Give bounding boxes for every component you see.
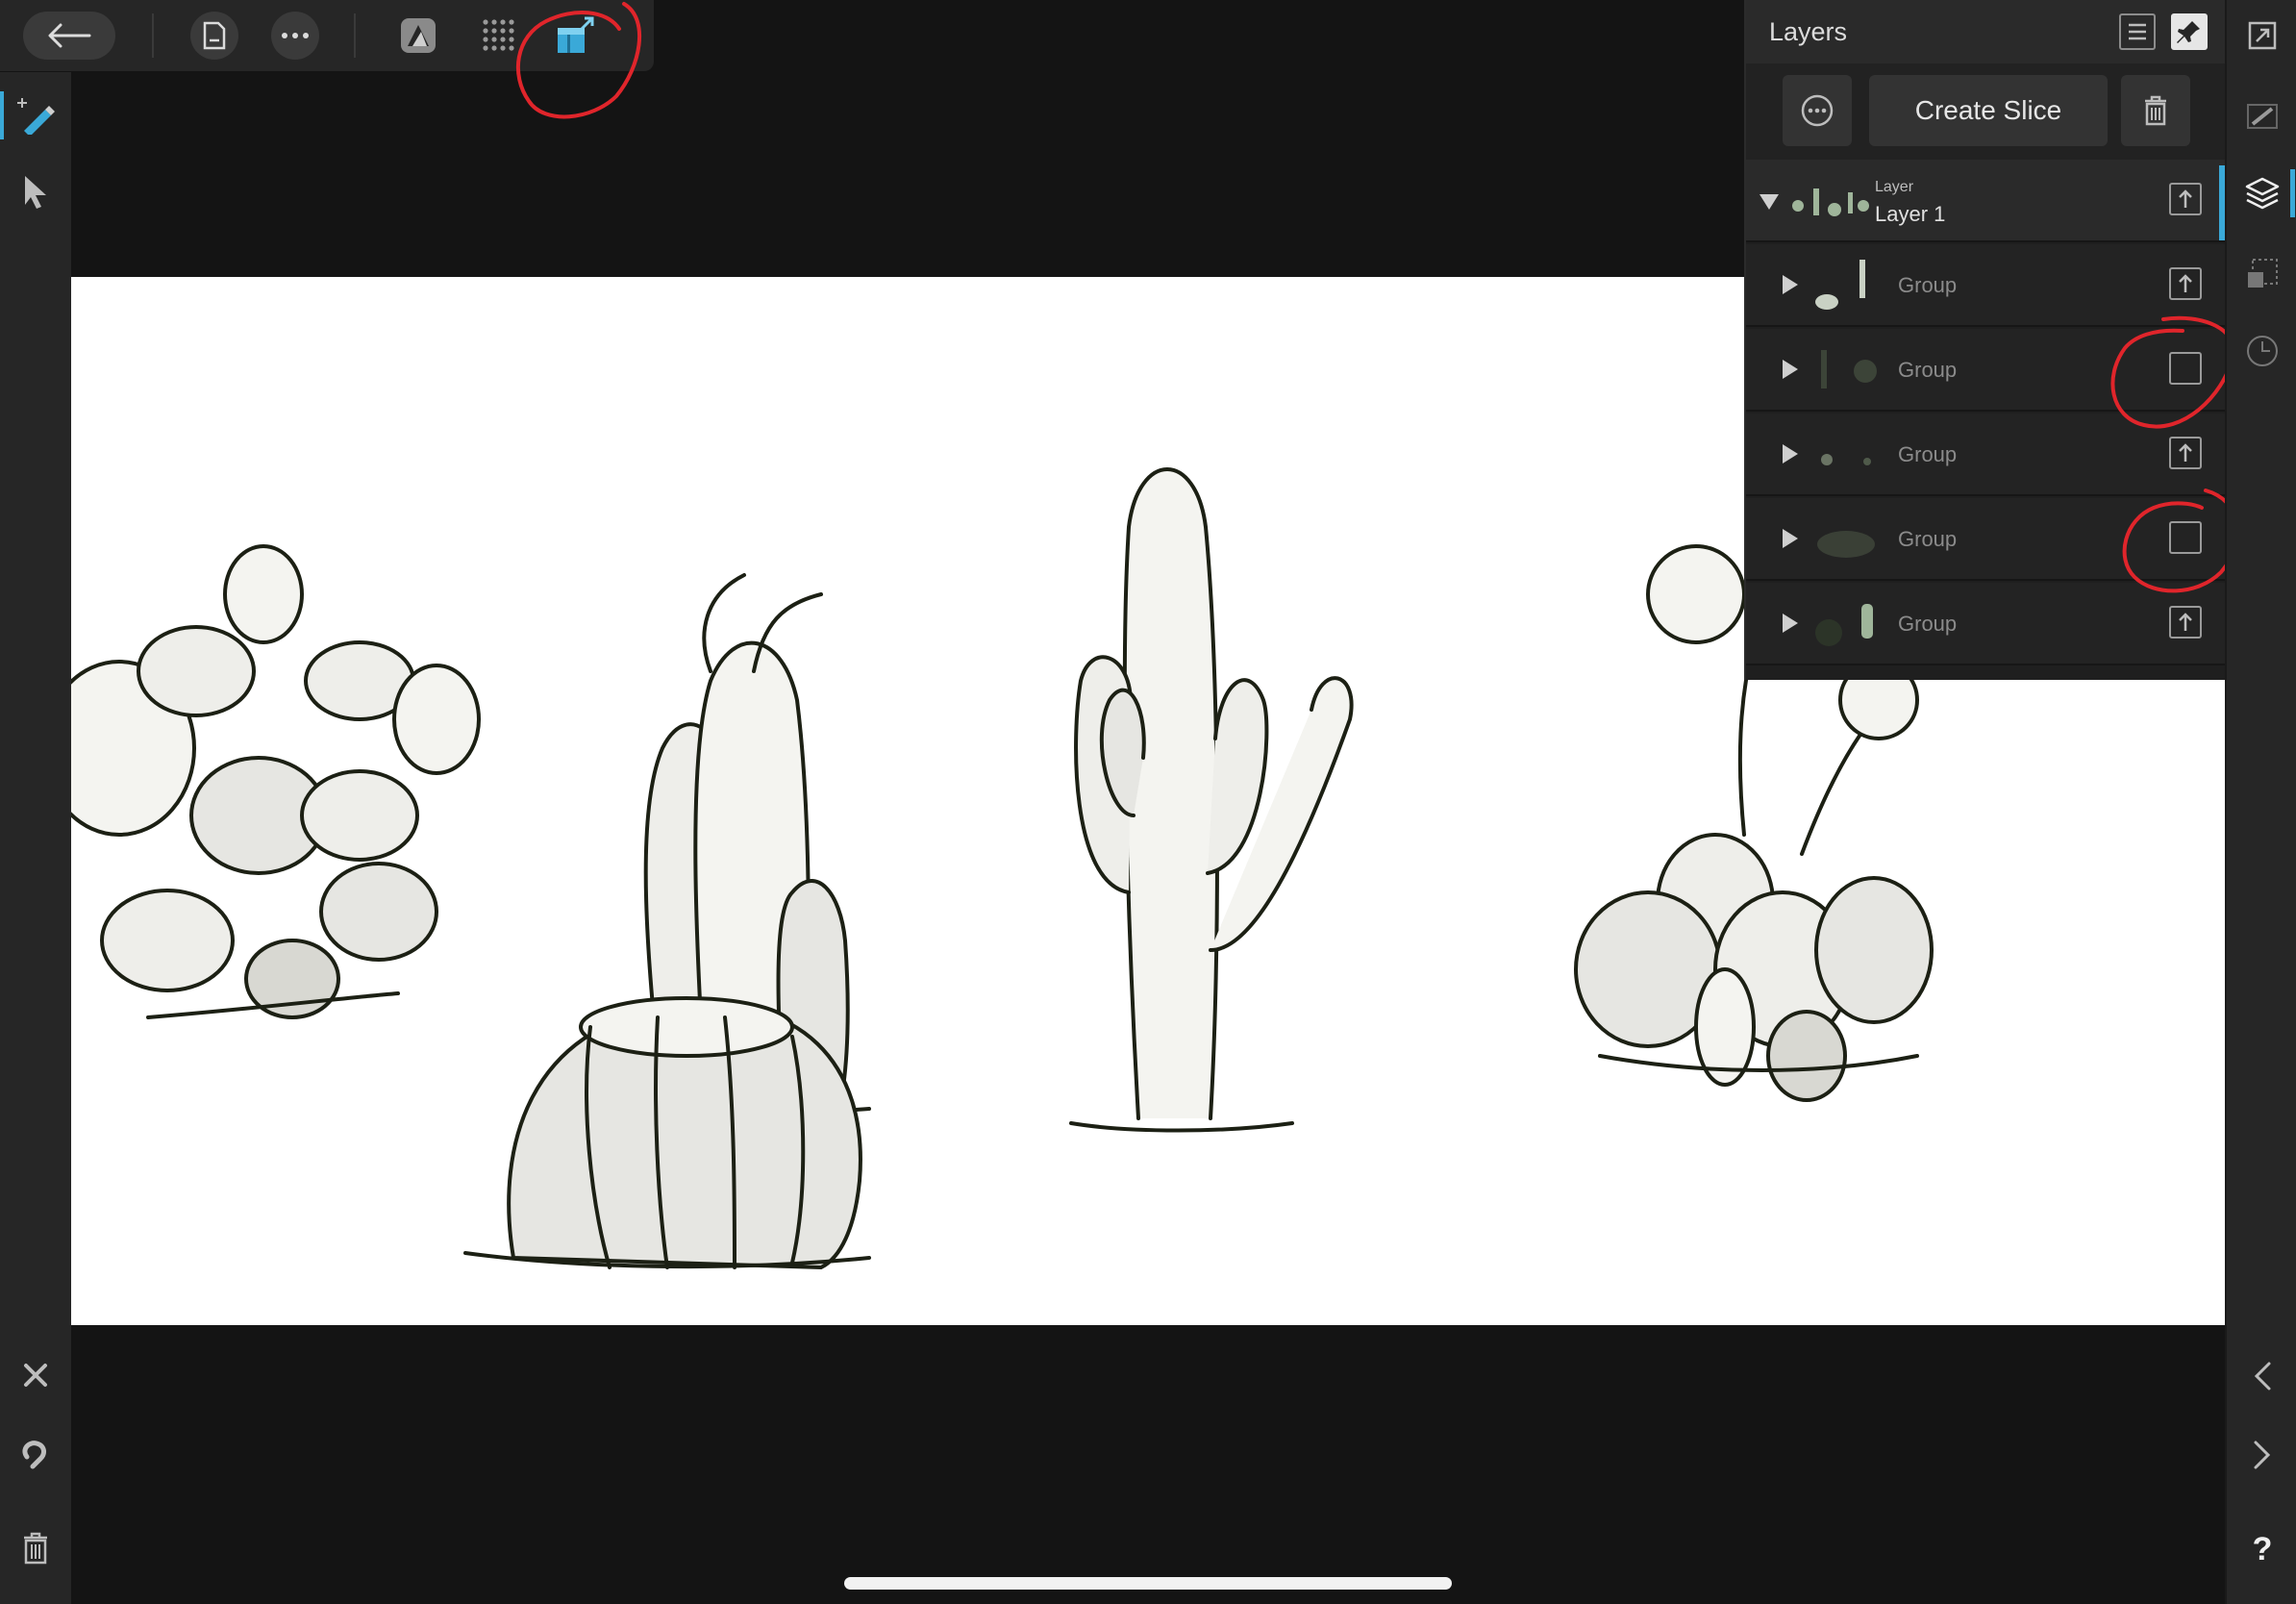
layers-icon xyxy=(2245,177,2280,210)
designer-persona-icon xyxy=(401,18,436,53)
navigator-button[interactable] xyxy=(2238,12,2286,60)
pixel-grid-button[interactable] xyxy=(475,12,523,60)
active-studio-indicator xyxy=(2290,169,2295,217)
expand-triangle-icon[interactable] xyxy=(1783,444,1798,464)
group-visibility-checkbox[interactable] xyxy=(2169,267,2202,300)
more-icon xyxy=(282,33,309,38)
collapse-triangle-icon[interactable] xyxy=(1759,194,1779,210)
help-icon: ? xyxy=(2252,1530,2273,1567)
group-thumbnail xyxy=(1815,260,1865,310)
layers-panel-title: Layers xyxy=(1769,17,1848,46)
chevron-right-icon xyxy=(2254,1441,2271,1469)
group-label: Group xyxy=(1898,527,1958,551)
more-button[interactable] xyxy=(271,12,319,60)
close-button[interactable] xyxy=(12,1351,60,1399)
group-label: Group xyxy=(1898,273,1958,297)
toolbar-separator xyxy=(354,13,356,58)
transform-studio-button[interactable] xyxy=(2238,250,2286,298)
studio-bar: ? xyxy=(2225,0,2296,1604)
active-tool-indicator xyxy=(0,91,4,139)
pixel-grid-icon xyxy=(483,19,514,51)
panel-menu-button[interactable] xyxy=(2119,13,2156,50)
navigator-icon xyxy=(2248,21,2277,50)
group-row[interactable]: Group xyxy=(1746,329,2227,412)
export-persona-button[interactable] xyxy=(552,12,600,60)
group-label: Group xyxy=(1898,442,1958,466)
transform-icon xyxy=(2248,259,2278,288)
layers-panel-header: Layers xyxy=(1746,0,2227,63)
next-button[interactable] xyxy=(2238,1431,2286,1479)
layer-thumbnail xyxy=(1792,188,1869,216)
list-icon xyxy=(2129,23,2146,40)
check-icon xyxy=(2179,189,2192,208)
magnet-icon xyxy=(22,1441,46,1469)
trash-icon xyxy=(24,1532,47,1565)
trash-icon xyxy=(2145,95,2166,126)
prickly-pear-cactus xyxy=(71,544,481,1019)
left-toolbar xyxy=(0,72,71,1604)
slice-tool[interactable] xyxy=(12,91,60,139)
pin-icon xyxy=(2177,21,2200,43)
previous-button[interactable] xyxy=(2238,1352,2286,1400)
group-thumbnail xyxy=(1821,350,1877,388)
document-icon xyxy=(203,21,226,50)
layers-panel: Layers Create Slice Layer Layer 1 Group … xyxy=(1744,0,2227,680)
close-icon xyxy=(24,1364,47,1387)
chevron-left-icon xyxy=(2254,1362,2271,1391)
snapping-button[interactable] xyxy=(12,1430,60,1478)
group-visibility-checkbox[interactable] xyxy=(2169,352,2202,385)
saguaro-cactus xyxy=(1069,467,1354,1133)
expand-triangle-icon[interactable] xyxy=(1783,529,1798,548)
group-row[interactable]: Group xyxy=(1746,583,2227,665)
barrel-cactus xyxy=(463,996,871,1270)
layer-row-layer-1[interactable]: Layer Layer 1 xyxy=(1746,160,2227,242)
check-icon xyxy=(2179,443,2192,462)
layer-kind-label: Layer xyxy=(1875,179,1914,195)
group-row[interactable]: Group xyxy=(1746,414,2227,496)
group-row[interactable]: Group xyxy=(1746,498,2227,581)
expand-triangle-icon[interactable] xyxy=(1783,360,1798,379)
group-label: Group xyxy=(1898,358,1958,382)
check-icon xyxy=(2179,274,2192,292)
more-circle-icon xyxy=(1801,94,1834,127)
layer-name-label: Layer 1 xyxy=(1875,202,1946,226)
clock-icon xyxy=(2247,336,2278,366)
pin-panel-button[interactable] xyxy=(2171,13,2208,50)
expand-triangle-icon[interactable] xyxy=(1783,614,1798,633)
layers-studio-button[interactable] xyxy=(2238,169,2286,217)
back-button[interactable] xyxy=(23,12,115,60)
slice-tool-icon xyxy=(17,98,55,135)
layer-options-button[interactable] xyxy=(1783,75,1852,146)
group-row[interactable]: Group xyxy=(1746,244,2227,327)
toolbar-separator xyxy=(152,13,154,58)
export-persona-icon xyxy=(558,16,594,53)
designer-persona-button[interactable] xyxy=(394,12,442,60)
group-thumbnail xyxy=(1821,454,1871,465)
top-toolbar xyxy=(0,0,654,71)
layer-visibility-checkbox[interactable] xyxy=(2169,183,2202,215)
document-button[interactable] xyxy=(190,12,238,60)
help-button[interactable]: ? xyxy=(2238,1525,2286,1573)
expand-triangle-icon[interactable] xyxy=(1783,275,1798,294)
group-visibility-checkbox[interactable] xyxy=(2169,437,2202,469)
brushes-button[interactable] xyxy=(2238,92,2286,140)
create-slice-button[interactable]: Create Slice xyxy=(1869,75,2108,146)
group-visibility-checkbox[interactable] xyxy=(2169,606,2202,639)
move-tool[interactable] xyxy=(12,168,60,216)
group-thumbnail xyxy=(1817,531,1875,558)
home-indicator[interactable] xyxy=(844,1577,1452,1590)
layers-panel-actions: Create Slice xyxy=(1746,63,2227,160)
delete-button[interactable] xyxy=(12,1524,60,1572)
group-visibility-checkbox[interactable] xyxy=(2169,521,2202,554)
group-thumbnail xyxy=(1815,604,1873,646)
arrow-left-icon xyxy=(48,23,91,48)
check-icon xyxy=(2179,613,2192,631)
history-studio-button[interactable] xyxy=(2238,327,2286,375)
brush-icon xyxy=(2247,104,2278,129)
group-label: Group xyxy=(1898,612,1958,636)
delete-layer-button[interactable] xyxy=(2121,75,2190,146)
pointer-icon xyxy=(25,176,46,209)
